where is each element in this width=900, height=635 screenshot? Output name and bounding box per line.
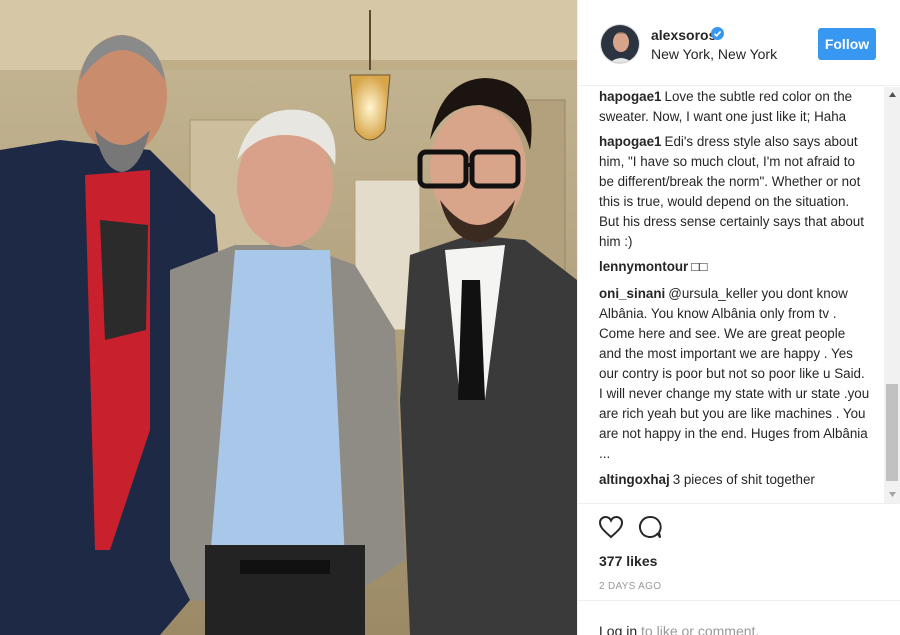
- photo-three-men-icon: [0, 0, 577, 635]
- username-link[interactable]: alexsoros: [651, 27, 716, 43]
- comments-list: hapogae1 Love the subtle red color on the…: [578, 87, 900, 500]
- comment-text: @ursula_keller you dont know Albânia. Yo…: [599, 286, 870, 461]
- comment-username[interactable]: hapogae1: [599, 89, 662, 104]
- post-header: alexsoros New York, New York Follow: [578, 0, 900, 86]
- likes-count[interactable]: 377 likes: [599, 553, 657, 569]
- comment-bubble-icon[interactable]: [638, 515, 662, 544]
- post-photo[interactable]: [0, 0, 577, 635]
- comment-username[interactable]: oni_sinani: [599, 286, 665, 301]
- comments-scrollbar[interactable]: [884, 87, 900, 503]
- verified-badge-icon: [711, 27, 724, 40]
- comment-item: oni_sinani @ursula_keller you dont know A…: [599, 284, 871, 464]
- scroll-down-arrow-icon[interactable]: [884, 487, 900, 503]
- comment-text: Edi's dress style also says about him, "…: [599, 134, 864, 249]
- comment-item: hapogae1 Edi's dress style also says abou…: [599, 132, 871, 252]
- comment-username[interactable]: hapogae1: [599, 134, 662, 149]
- profile-avatar-icon[interactable]: [600, 24, 640, 64]
- comment-text: 3 pieces of shit together: [672, 472, 815, 487]
- login-link[interactable]: Log in: [599, 623, 637, 635]
- login-suffix: to like or comment.: [637, 623, 760, 635]
- login-bar: Log in to like or comment.: [578, 600, 900, 635]
- comment-item: hapogae1 Love the subtle red color on the…: [599, 87, 871, 127]
- heart-icon[interactable]: [598, 515, 624, 544]
- comment-username[interactable]: lennymontour: [599, 259, 688, 274]
- scrollbar-thumb[interactable]: [886, 384, 898, 481]
- post-timestamp[interactable]: 2 DAYS AGO: [599, 581, 661, 592]
- comment-item: altingoxhaj 3 pieces of shit together: [599, 470, 871, 490]
- divider: [578, 503, 900, 504]
- scroll-up-arrow-icon[interactable]: [884, 87, 900, 103]
- follow-button[interactable]: Follow: [818, 28, 876, 60]
- comment-item: lennymontour □□: [599, 257, 871, 277]
- comment-text: □□: [691, 259, 708, 274]
- location-link[interactable]: New York, New York: [651, 46, 777, 62]
- post-sidebar: alexsoros New York, New York Follow hapo…: [577, 0, 900, 635]
- comment-username[interactable]: altingoxhaj: [599, 472, 670, 487]
- login-prompt: Log in to like or comment.: [599, 623, 759, 635]
- more-options-icon[interactable]: [859, 630, 877, 635]
